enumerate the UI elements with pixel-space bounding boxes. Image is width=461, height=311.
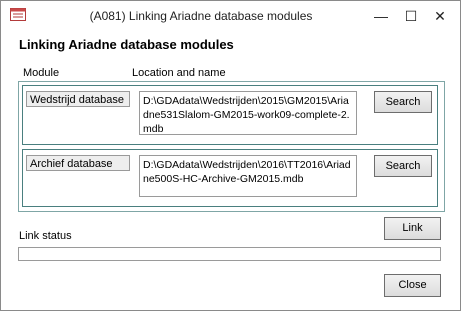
module-row-archief: Archief database D:\GDAdata\Wedstrijden\… — [22, 149, 438, 207]
search-button[interactable]: Search — [374, 91, 432, 113]
link-status-label: Link status — [19, 230, 72, 242]
minimize-button[interactable]: — — [366, 6, 396, 26]
dialog-window: (A081) Linking Ariadne database modules … — [0, 0, 461, 311]
close-button[interactable]: Close — [384, 274, 441, 297]
module-label: Wedstrijd database — [26, 91, 130, 107]
window-title: (A081) Linking Ariadne database modules — [89, 9, 313, 23]
location-field[interactable]: D:\GDAdata\Wedstrijden\2015\GM2015\Ariad… — [139, 91, 357, 135]
link-button[interactable]: Link — [384, 217, 441, 240]
module-row-wedstrijd: Wedstrijd database D:\GDAdata\Wedstrijde… — [22, 85, 438, 145]
dialog-heading: Linking Ariadne database modules — [19, 37, 234, 52]
link-status-field — [18, 247, 441, 261]
module-label: Archief database — [26, 155, 130, 171]
title-bar[interactable]: (A081) Linking Ariadne database modules … — [1, 1, 460, 31]
module-column-header: Module — [23, 67, 60, 79]
location-field[interactable]: D:\GDAdata\Wedstrijden\2016\TT2016\Ariad… — [139, 155, 357, 197]
maximize-button[interactable]: ☐ — [396, 6, 426, 26]
search-button[interactable]: Search — [374, 155, 432, 177]
close-window-button[interactable]: ✕ — [425, 6, 455, 26]
location-column-header: Location and name — [132, 67, 226, 79]
